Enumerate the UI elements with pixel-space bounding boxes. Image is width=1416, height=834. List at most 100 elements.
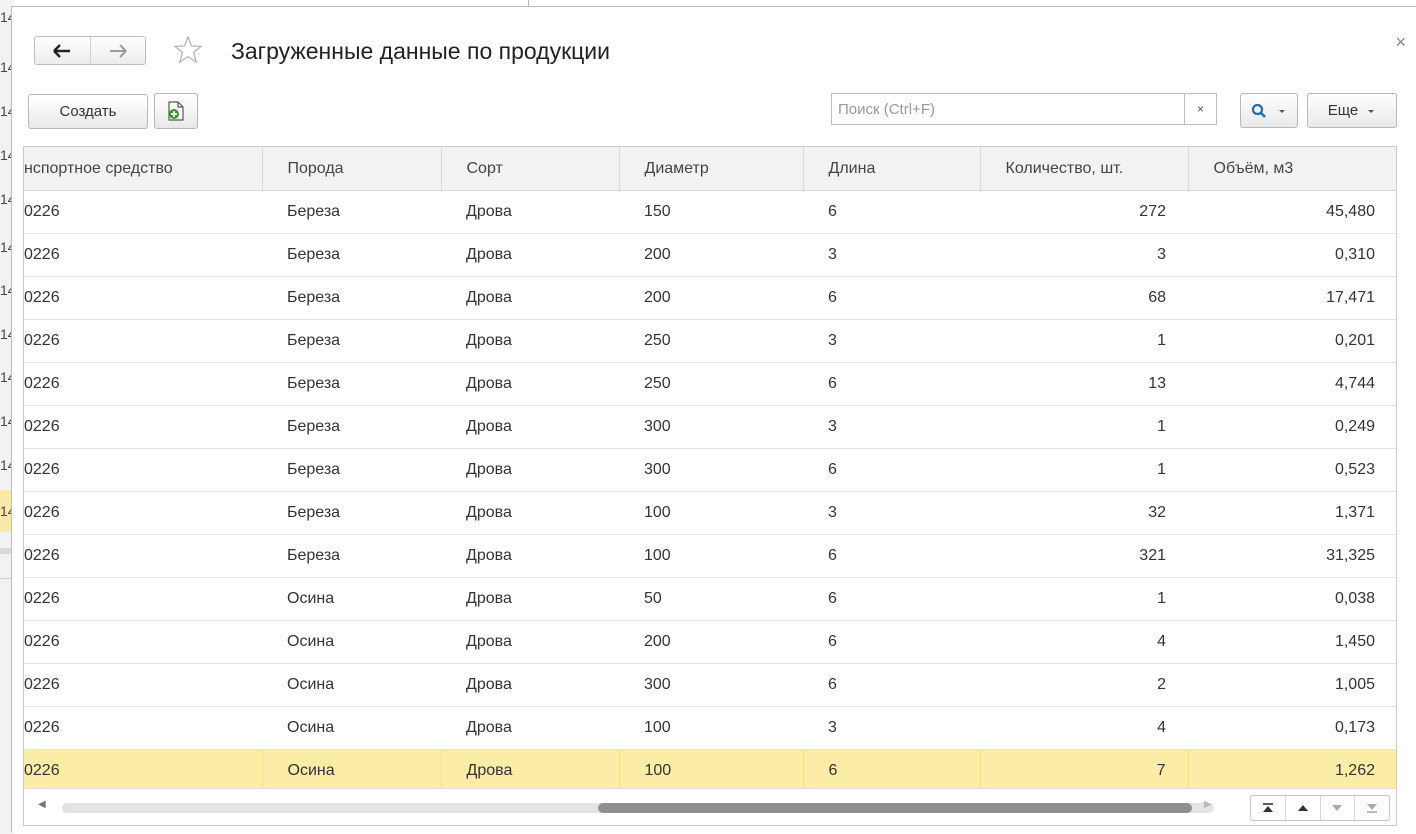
diameter-cell: 50 xyxy=(619,577,803,621)
length-cell: 6 xyxy=(802,749,980,793)
diameter-cell: 200 xyxy=(619,233,803,277)
species-cell: Осина xyxy=(261,749,441,793)
grade-cell: Дрова xyxy=(441,491,619,535)
table-row[interactable]: 0226 Береза Дрова 250 6 13 4,744 xyxy=(24,362,1396,406)
species-cell: Береза xyxy=(262,405,441,449)
document-add-icon xyxy=(168,101,184,121)
table-row[interactable]: 0226 Осина Дрова 50 6 1 0,038 xyxy=(24,577,1396,621)
species-cell: Осина xyxy=(262,706,441,750)
grade-cell: Дрова xyxy=(441,190,619,234)
first-icon xyxy=(1262,803,1273,812)
diameter-cell: 250 xyxy=(619,319,803,363)
column-header[interactable]: Порода xyxy=(262,147,442,191)
table-row[interactable]: 0226 Береза Дрова 300 3 1 0,249 xyxy=(24,405,1396,449)
star-outline-icon[interactable] xyxy=(172,34,204,66)
length-cell: 6 xyxy=(803,663,980,707)
diameter-cell: 150 xyxy=(619,190,803,234)
table-row[interactable]: 0226 Береза Дрова 100 3 32 1,371 xyxy=(24,491,1396,535)
add-file-button[interactable] xyxy=(154,93,198,129)
quantity-cell: 1 xyxy=(980,448,1188,492)
vehicle-cell: 0226 xyxy=(24,362,262,406)
previous-row-button[interactable] xyxy=(1284,796,1320,820)
quantity-cell: 4 xyxy=(980,620,1188,664)
volume-cell: 45,480 xyxy=(1188,190,1396,234)
species-cell: Береза xyxy=(262,276,441,320)
back-button[interactable] xyxy=(35,37,90,64)
column-header[interactable]: Объём, м3 xyxy=(1188,147,1396,191)
length-cell: 3 xyxy=(803,491,980,535)
more-button-label: Еще xyxy=(1327,102,1359,119)
volume-cell: 0,310 xyxy=(1188,233,1396,277)
quantity-cell: 4 xyxy=(980,706,1188,750)
next-row-button[interactable] xyxy=(1319,796,1355,820)
column-header[interactable]: Сорт xyxy=(441,147,620,191)
close-button[interactable]: × xyxy=(1395,32,1406,53)
length-cell: 6 xyxy=(803,620,980,664)
table-row[interactable]: 0226 Береза Дрова 100 6 321 31,325 xyxy=(24,534,1396,578)
table-row[interactable]: 0226 Береза Дрова 300 6 1 0,523 xyxy=(24,448,1396,492)
table-row[interactable]: 0226 Береза Дрова 150 6 272 45,480 xyxy=(24,190,1396,234)
create-button[interactable]: Создать xyxy=(28,94,148,129)
last-icon xyxy=(1367,804,1378,813)
diameter-cell: 200 xyxy=(619,276,803,320)
chevron-down-icon xyxy=(1368,109,1375,113)
forward-button[interactable] xyxy=(89,37,146,64)
vehicle-cell: 0226 xyxy=(24,534,262,578)
vehicle-cell: 0226 xyxy=(24,663,262,707)
data-table: нспортное средство Порода Сорт Диаметр Д… xyxy=(23,146,1397,826)
species-cell: Осина xyxy=(262,620,441,664)
length-cell: 3 xyxy=(803,319,980,363)
grade-cell: Дрова xyxy=(441,620,619,664)
vehicle-cell: 0226 xyxy=(24,190,262,234)
dialog-window: Загруженные данные по продукции × Создат… xyxy=(11,6,1416,832)
vehicle-cell: 0226 xyxy=(24,491,262,535)
row-navigation xyxy=(1250,795,1390,821)
search-input[interactable]: Поиск (Ctrl+F) xyxy=(831,93,1185,125)
scroll-thumb[interactable] xyxy=(598,803,1192,813)
volume-cell: 17,471 xyxy=(1188,276,1396,320)
table-row[interactable]: 0226 Осина Дрова 300 6 2 1,005 xyxy=(24,663,1396,707)
search-clear-button[interactable]: × xyxy=(1185,93,1217,125)
vehicle-cell: 0226 xyxy=(24,706,262,750)
vehicle-cell: 0226 xyxy=(24,577,262,621)
scroll-right-icon[interactable]: ▶ xyxy=(1204,799,1212,810)
horizontal-scrollbar[interactable]: ◀ ▶ xyxy=(24,788,1396,825)
grade-cell: Дрова xyxy=(441,276,619,320)
volume-cell: 1,005 xyxy=(1188,663,1396,707)
table-row[interactable]: 0226 Осина Дрова 200 6 4 1,450 xyxy=(24,620,1396,664)
page-title: Загруженные данные по продукции xyxy=(231,38,611,64)
length-cell: 3 xyxy=(803,706,980,750)
table-row[interactable]: 0226 Осина Дрова 100 3 4 0,173 xyxy=(24,706,1396,750)
species-cell: Осина xyxy=(262,663,441,707)
species-cell: Береза xyxy=(262,362,441,406)
length-cell: 6 xyxy=(803,577,980,621)
scroll-left-icon[interactable]: ◀ xyxy=(38,799,46,810)
column-header[interactable]: Количество, шт. xyxy=(980,147,1189,191)
diameter-cell: 250 xyxy=(619,362,803,406)
diameter-cell: 300 xyxy=(619,405,803,449)
column-header[interactable]: Диаметр xyxy=(619,147,804,191)
species-cell: Береза xyxy=(262,233,441,277)
table-row[interactable]: 0226 Береза Дрова 200 3 3 0,310 xyxy=(24,233,1396,277)
last-row-button[interactable] xyxy=(1354,796,1389,820)
first-row-button[interactable] xyxy=(1251,796,1285,820)
table-row[interactable]: 0226 Береза Дрова 200 6 68 17,471 xyxy=(24,276,1396,320)
grade-cell: Дрова xyxy=(441,233,619,277)
column-header[interactable]: Длина xyxy=(803,147,981,191)
grade-cell: Дрова xyxy=(441,534,619,578)
up-icon xyxy=(1297,805,1308,811)
volume-cell: 0,249 xyxy=(1188,405,1396,449)
column-header[interactable]: нспортное средство xyxy=(24,147,263,191)
down-icon xyxy=(1332,805,1343,811)
grade-cell: Дрова xyxy=(440,749,619,793)
quantity-cell: 3 xyxy=(980,233,1188,277)
vehicle-cell: 0226 xyxy=(24,319,262,363)
table-row[interactable]: 0226 Береза Дрова 250 3 1 0,201 xyxy=(24,319,1396,363)
search-button[interactable] xyxy=(1240,93,1298,128)
quantity-cell: 321 xyxy=(980,534,1188,578)
quantity-cell: 1 xyxy=(980,577,1188,621)
species-cell: Береза xyxy=(262,319,441,363)
more-button[interactable]: Еще xyxy=(1307,93,1397,128)
diameter-cell: 100 xyxy=(618,749,803,793)
table-row[interactable]: 0226 Осина Дрова 100 6 7 1,262 xyxy=(24,749,1396,793)
